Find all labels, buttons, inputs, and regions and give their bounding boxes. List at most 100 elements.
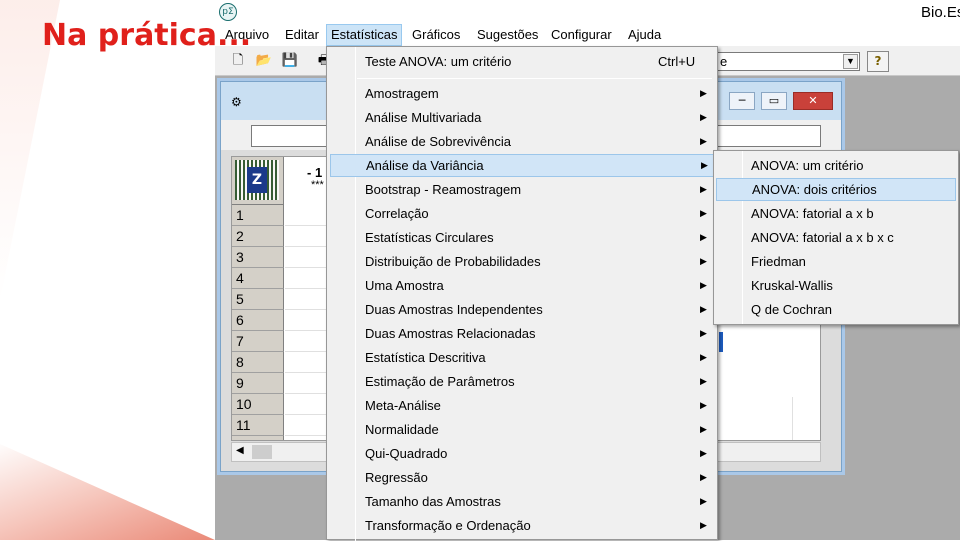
chevron-right-icon: ▶	[700, 112, 707, 122]
submenu-item-label: ANOVA: dois critérios	[752, 182, 877, 197]
menu-item-meta-analise[interactable]: Meta-Análise ▶	[330, 394, 715, 417]
app-titlebar: pΣ Bio.Es	[215, 0, 960, 24]
submenu-item-label: Friedman	[751, 254, 806, 269]
menu-item-label: Normalidade	[365, 422, 439, 437]
menu-item-label: Meta-Análise	[365, 398, 441, 413]
row-header[interactable]: 10	[232, 394, 284, 415]
submenu-item-anova-fatorial-axbxc[interactable]: ANOVA: fatorial a x b x c	[716, 226, 956, 249]
menu-item-label: Estimação de Parâmetros	[365, 374, 515, 389]
menu-item-label: Teste ANOVA: um critério	[365, 54, 512, 69]
row-header[interactable]: 12	[232, 436, 284, 440]
grid-corner-icon: Z	[247, 167, 267, 193]
menu-item-analise-sobrevivencia[interactable]: Análise de Sobrevivência ▶	[330, 130, 715, 153]
open-folder-icon[interactable]: 📂	[253, 51, 275, 71]
submenu-item-label: Kruskal-Wallis	[751, 278, 833, 293]
menu-item-label: Análise Multivariada	[365, 110, 482, 125]
menu-item-shortcut: Ctrl+U	[658, 54, 696, 69]
chevron-right-icon: ▶	[700, 184, 707, 194]
submenu-item-q-de-cochran[interactable]: Q de Cochran	[716, 298, 956, 321]
chevron-right-icon: ▶	[700, 376, 707, 386]
scroll-left-icon[interactable]: ◀	[236, 445, 244, 456]
toolbar-combo-value: e	[720, 54, 728, 69]
menu-item-analise-multivariada[interactable]: Análise Multivariada ▶	[330, 106, 715, 129]
new-file-icon[interactable]: 🗋	[227, 51, 249, 71]
menu-estatisticas[interactable]: Estatísticas	[326, 24, 402, 46]
menu-item-label: Regressão	[365, 470, 428, 485]
chevron-right-icon: ▶	[700, 448, 707, 458]
menu-item-label: Tamanho das Amostras	[365, 494, 501, 509]
maximize-button[interactable]: ▭	[761, 92, 787, 110]
menu-item-analise-variancia[interactable]: Análise da Variância ▶	[330, 154, 715, 177]
submenu-item-anova-um-criterio[interactable]: ANOVA: um critério	[716, 154, 956, 177]
slide-title: Na prática...	[42, 18, 252, 53]
submenu-item-friedman[interactable]: Friedman	[716, 250, 956, 273]
menu-item-regressao[interactable]: Regressão ▶	[330, 466, 715, 489]
row-header[interactable]: 5	[232, 289, 284, 310]
menu-ajuda[interactable]: Ajuda	[624, 24, 665, 46]
menu-item-label: Bootstrap - Reamostragem	[365, 182, 522, 197]
menu-item-label: Duas Amostras Relacionadas	[365, 326, 536, 341]
menu-separator	[357, 78, 712, 79]
row-header[interactable]: 7	[232, 331, 284, 352]
chevron-right-icon: ▶	[700, 280, 707, 290]
submenu-item-label: ANOVA: um critério	[751, 158, 864, 173]
menu-item-label: Estatísticas Circulares	[365, 230, 494, 245]
row-header[interactable]: 11	[232, 415, 284, 436]
menu-item-tamanho-amostras[interactable]: Tamanho das Amostras ▶	[330, 490, 715, 513]
row-header[interactable]: 3	[232, 247, 284, 268]
submenu-item-anova-dois-criterios[interactable]: ANOVA: dois critérios	[716, 178, 956, 201]
menu-configurar[interactable]: Configurar	[547, 24, 616, 46]
menu-item-teste-anova[interactable]: Teste ANOVA: um critério Ctrl+U	[330, 50, 715, 73]
menu-item-transformacao-ordenacao[interactable]: Transformação e Ordenação ▶	[330, 514, 715, 537]
menu-item-uma-amostra[interactable]: Uma Amostra ▶	[330, 274, 715, 297]
menu-item-label: Análise de Sobrevivência	[365, 134, 511, 149]
grid-right-column	[792, 397, 820, 440]
menu-item-label: Análise da Variância	[366, 158, 484, 173]
help-button[interactable]: ?	[867, 51, 889, 72]
minimize-button[interactable]: ─	[729, 92, 755, 110]
menu-item-label: Distribuição de Probabilidades	[365, 254, 541, 269]
row-header[interactable]: 6	[232, 310, 284, 331]
submenu-item-anova-fatorial-axb[interactable]: ANOVA: fatorial a x b	[716, 202, 956, 225]
menu-item-qui-quadrado[interactable]: Qui-Quadrado ▶	[330, 442, 715, 465]
column-header-title: - 1	[307, 165, 323, 180]
menu-item-duas-amostras-relacionadas[interactable]: Duas Amostras Relacionadas ▶	[330, 322, 715, 345]
submenu-item-kruskal-wallis[interactable]: Kruskal-Wallis	[716, 274, 956, 297]
menu-editar[interactable]: Editar	[281, 24, 323, 46]
row-header[interactable]: 8	[232, 352, 284, 373]
menu-item-label: Transformação e Ordenação	[365, 518, 531, 533]
menu-item-duas-amostras-independentes[interactable]: Duas Amostras Independentes ▶	[330, 298, 715, 321]
estatisticas-dropdown-menu: Teste ANOVA: um critério Ctrl+U Amostrag…	[326, 46, 718, 541]
submenu-item-label: Q de Cochran	[751, 302, 832, 317]
chevron-right-icon: ▶	[701, 160, 708, 170]
chevron-down-icon[interactable]: ▼	[843, 54, 858, 69]
grid-corner[interactable]: Z	[232, 157, 284, 205]
menu-sugestoes[interactable]: Sugestões	[473, 24, 542, 46]
chevron-right-icon: ▶	[700, 328, 707, 338]
menu-item-label: Duas Amostras Independentes	[365, 302, 543, 317]
selected-cell-marker	[719, 332, 723, 352]
chevron-right-icon: ▶	[700, 208, 707, 218]
submenu-item-label: ANOVA: fatorial a x b x c	[751, 230, 894, 245]
menu-item-amostragem[interactable]: Amostragem ▶	[330, 82, 715, 105]
menu-item-bootstrap[interactable]: Bootstrap - Reamostragem ▶	[330, 178, 715, 201]
menu-item-estatistica-descritiva[interactable]: Estatística Descritiva ▶	[330, 346, 715, 369]
toolbar-combo[interactable]: e ▼	[715, 52, 860, 71]
menu-item-correlacao[interactable]: Correlação ▶	[330, 202, 715, 225]
scrollbar-thumb[interactable]	[252, 445, 272, 459]
row-header[interactable]: 2	[232, 226, 284, 247]
close-button[interactable]: ✕	[793, 92, 833, 110]
menu-item-normalidade[interactable]: Normalidade ▶	[330, 418, 715, 441]
app-title: Bio.Es	[921, 4, 960, 21]
document-icon: ⚙	[231, 95, 242, 109]
row-header[interactable]: 4	[232, 268, 284, 289]
menu-item-estimacao-parametros[interactable]: Estimação de Parâmetros ▶	[330, 370, 715, 393]
save-icon[interactable]: 💾	[279, 51, 301, 71]
menu-item-estatisticas-circulares[interactable]: Estatísticas Circulares ▶	[330, 226, 715, 249]
row-header[interactable]: 9	[232, 373, 284, 394]
row-header[interactable]: 1	[232, 205, 284, 226]
menu-item-label: Estatística Descritiva	[365, 350, 486, 365]
menu-graficos[interactable]: Gráficos	[408, 24, 464, 46]
menu-item-distribuicao-probabilidades[interactable]: Distribuição de Probabilidades ▶	[330, 250, 715, 273]
chevron-right-icon: ▶	[700, 304, 707, 314]
